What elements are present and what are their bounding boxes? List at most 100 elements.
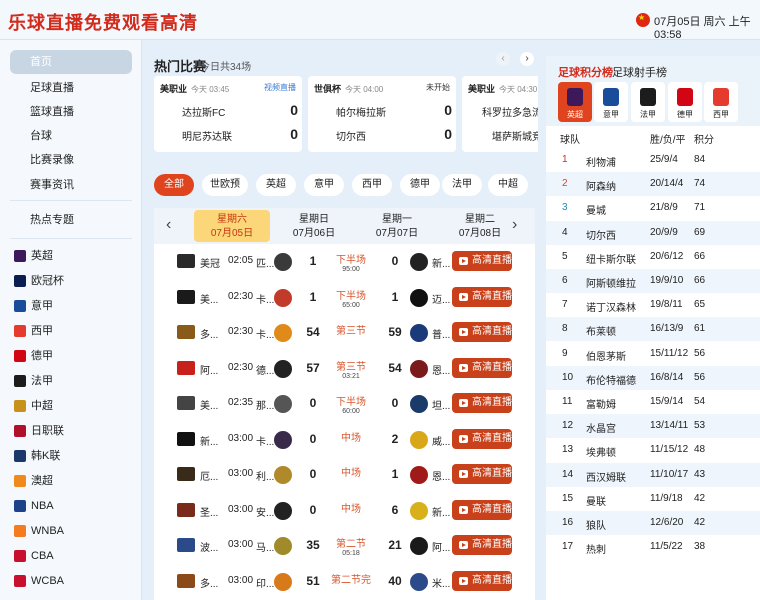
date-tab[interactable]: 星期一 07月07日: [359, 210, 435, 242]
date-next-icon[interactable]: ›: [512, 216, 517, 234]
points: 61: [694, 323, 706, 335]
match-row[interactable]: 美... 02:30 卡... 1 下半场 65:00 1 迈... 高清直播: [154, 280, 535, 316]
watch-live-button[interactable]: 高清直播: [452, 322, 512, 342]
match-row[interactable]: 美... 02:35 那... 0 下半场 60:00 0 坦... 高清直播: [154, 386, 535, 422]
site-logo[interactable]: 乐球直播免费观看高清: [8, 9, 198, 35]
sidebar-league-wnba[interactable]: WNBA: [14, 521, 64, 541]
points: 56: [694, 371, 706, 383]
standings-row[interactable]: 11 富勒姆 15/9/14 54: [546, 390, 760, 414]
filter-ligue1[interactable]: 法甲: [442, 174, 482, 196]
sidebar-item-replays[interactable]: 比赛录像: [10, 148, 132, 172]
watch-live-button[interactable]: 高清直播: [452, 393, 512, 413]
sidebar-league-nba[interactable]: NBA: [14, 496, 54, 516]
filter-csl[interactable]: 中超: [488, 174, 528, 196]
sidebar-league-aleague[interactable]: 澳超: [14, 471, 53, 491]
standings-row[interactable]: 17 热刺 11/5/22 38: [546, 535, 760, 559]
watch-live-button[interactable]: 高清直播: [452, 499, 512, 520]
sidebar-item-news[interactable]: 赛事资讯: [10, 173, 132, 197]
league-name: 波...: [200, 543, 219, 554]
standings-league-epl[interactable]: 英超: [558, 82, 592, 122]
hot-match-card[interactable]: 美职业今天 04:30 科罗拉多急流 堪萨斯城竞技: [462, 76, 538, 152]
tab-top-scorers[interactable]: 足球射手榜: [612, 64, 667, 80]
standings-league-laliga[interactable]: 西甲: [704, 82, 738, 122]
date-tab[interactable]: 星期二 07月08日: [442, 210, 518, 242]
standings-row[interactable]: 1 利物浦 25/9/4 84: [546, 148, 760, 172]
standings-league-seriea[interactable]: 意甲: [594, 82, 628, 122]
match-row[interactable]: 厄... 03:00 利... 0 中场 1 恩... 高清直播: [154, 457, 535, 493]
sidebar-league-csl[interactable]: 中超: [14, 396, 53, 416]
standings-row[interactable]: 5 纽卡斯尔联 20/6/12 66: [546, 245, 760, 269]
watch-live-button[interactable]: 高清直播: [452, 535, 512, 555]
hot-prev-icon[interactable]: ‹: [496, 52, 510, 66]
team-name: 阿斯顿维拉: [586, 279, 636, 290]
standings-row[interactable]: 2 阿森纳 20/14/4 74: [546, 172, 760, 197]
standings-row[interactable]: 9 伯恩茅斯 15/11/12 56: [546, 342, 760, 366]
sidebar-league-ligue1[interactable]: 法甲: [14, 371, 53, 391]
sidebar-item-home[interactable]: 首页: [10, 50, 132, 74]
hot-match-card[interactable]: 美职业 今天 03:45 视频直播 达拉斯FC 0 明尼苏达联 0: [154, 76, 302, 152]
watch-live-button[interactable]: 高清直播: [452, 570, 512, 591]
date-tab[interactable]: 星期日 07月06日: [276, 210, 352, 242]
filter-laliga[interactable]: 西甲: [352, 174, 392, 196]
bundesliga-icon: [14, 350, 26, 362]
filter-wc-qual[interactable]: 世欧预: [202, 174, 248, 196]
sidebar-league-bundesliga[interactable]: 德甲: [14, 346, 53, 366]
standings-row[interactable]: 6 阿斯顿维拉 19/9/10 66: [546, 269, 760, 293]
standings-row[interactable]: 8 布莱顿 16/13/9 61: [546, 317, 760, 342]
filter-seriea[interactable]: 意甲: [304, 174, 344, 196]
sidebar-league-cba[interactable]: CBA: [14, 546, 54, 566]
watch-live-button[interactable]: 高清直播: [452, 464, 512, 484]
standings-row[interactable]: 14 西汉姆联 11/10/17 43: [546, 462, 760, 487]
match-row[interactable]: 阿... 02:30 德... 57 第三节 03:21 54 恩... 高清直播: [154, 351, 535, 387]
match-row[interactable]: 新... 03:00 卡... 0 中场 2 威... 高清直播: [154, 422, 535, 458]
match-row[interactable]: 多... 02:30 卡... 54 第三节 59 普... 高清直播: [154, 315, 535, 351]
watch-live-button[interactable]: 高清直播: [452, 357, 512, 378]
sidebar-league-laliga[interactable]: 西甲: [14, 321, 53, 341]
home-score: 54: [306, 325, 320, 339]
hot-match-card[interactable]: 世俱杯 今天 04:00 未开始 帕尔梅拉斯 0 切尔西 0: [308, 76, 456, 152]
standings-row[interactable]: 16 狼队 12/6/20 42: [546, 511, 760, 535]
standings-row[interactable]: 3 曼城 21/8/9 71: [546, 196, 760, 220]
match-row[interactable]: 圣... 03:00 安... 0 中场 6 新... 高清直播: [154, 493, 535, 529]
home-score: 0: [309, 396, 317, 410]
home-team: 卡...: [256, 436, 275, 448]
standings-league-ligue1[interactable]: 法甲: [631, 82, 665, 122]
match-row[interactable]: 多... 03:00 印... 51 第二节完 40 米... 高清直播: [154, 564, 535, 600]
sidebar-league-wcba[interactable]: WCBA: [14, 571, 64, 591]
standings-row[interactable]: 13 埃弗顿 11/15/12 48: [546, 438, 760, 462]
filter-all[interactable]: 全部: [154, 174, 194, 196]
match-row[interactable]: 美冠 02:05 匹... 1 下半场 95:00 0 新... 高清直播: [154, 244, 535, 280]
date-prev-icon[interactable]: ‹: [166, 216, 171, 234]
sidebar-league-epl[interactable]: 英超: [14, 246, 53, 266]
match-row[interactable]: 波... 03:00 马... 35 第二节 05:18 21 阿... 高清直播: [154, 528, 535, 564]
rank: 9: [562, 347, 568, 359]
league-logo-icon: [177, 360, 195, 375]
sidebar-item-football-live[interactable]: 足球直播: [10, 76, 132, 100]
tab-football-standings[interactable]: 足球积分榜: [558, 64, 613, 80]
hot-next-icon[interactable]: ›: [520, 52, 534, 66]
date-tab-active[interactable]: 星期六 07月05日: [194, 210, 270, 242]
sidebar-item-topics[interactable]: 热点专题: [10, 208, 132, 232]
filter-bundesliga[interactable]: 德甲: [400, 174, 440, 196]
video-live-badge[interactable]: 视频直播: [264, 82, 296, 95]
standings-row[interactable]: 15 曼联 11/9/18 42: [546, 487, 760, 511]
sidebar-league-kleague[interactable]: 韩K联: [14, 446, 60, 466]
watch-live-button[interactable]: 高清直播: [452, 286, 512, 307]
standings-league-bundesliga[interactable]: 德甲: [668, 82, 702, 122]
rank: 2: [562, 178, 568, 190]
sidebar-item-billiards[interactable]: 台球: [10, 124, 132, 148]
standings-row[interactable]: 10 布伦特福德 16/8/14 56: [546, 365, 760, 390]
sidebar-league-seriea[interactable]: 意甲: [14, 296, 53, 316]
china-flag-icon[interactable]: [636, 13, 650, 27]
standings-row[interactable]: 4 切尔西 20/9/9 69: [546, 220, 760, 245]
standings-row[interactable]: 12 水晶宫 13/14/11 53: [546, 414, 760, 439]
watch-live-button[interactable]: 高清直播: [452, 251, 512, 271]
sidebar-league-ucl[interactable]: 欧冠杯: [14, 271, 64, 291]
sidebar-item-basketball-live[interactable]: 篮球直播: [10, 100, 132, 124]
home-team: 德...: [256, 365, 275, 377]
filter-epl[interactable]: 英超: [256, 174, 296, 196]
rank: 16: [562, 517, 574, 528]
watch-live-button[interactable]: 高清直播: [452, 428, 512, 449]
sidebar-league-jleague[interactable]: 日职联: [14, 421, 64, 441]
standings-row[interactable]: 7 诺丁汉森林 19/8/11 65: [546, 293, 760, 317]
